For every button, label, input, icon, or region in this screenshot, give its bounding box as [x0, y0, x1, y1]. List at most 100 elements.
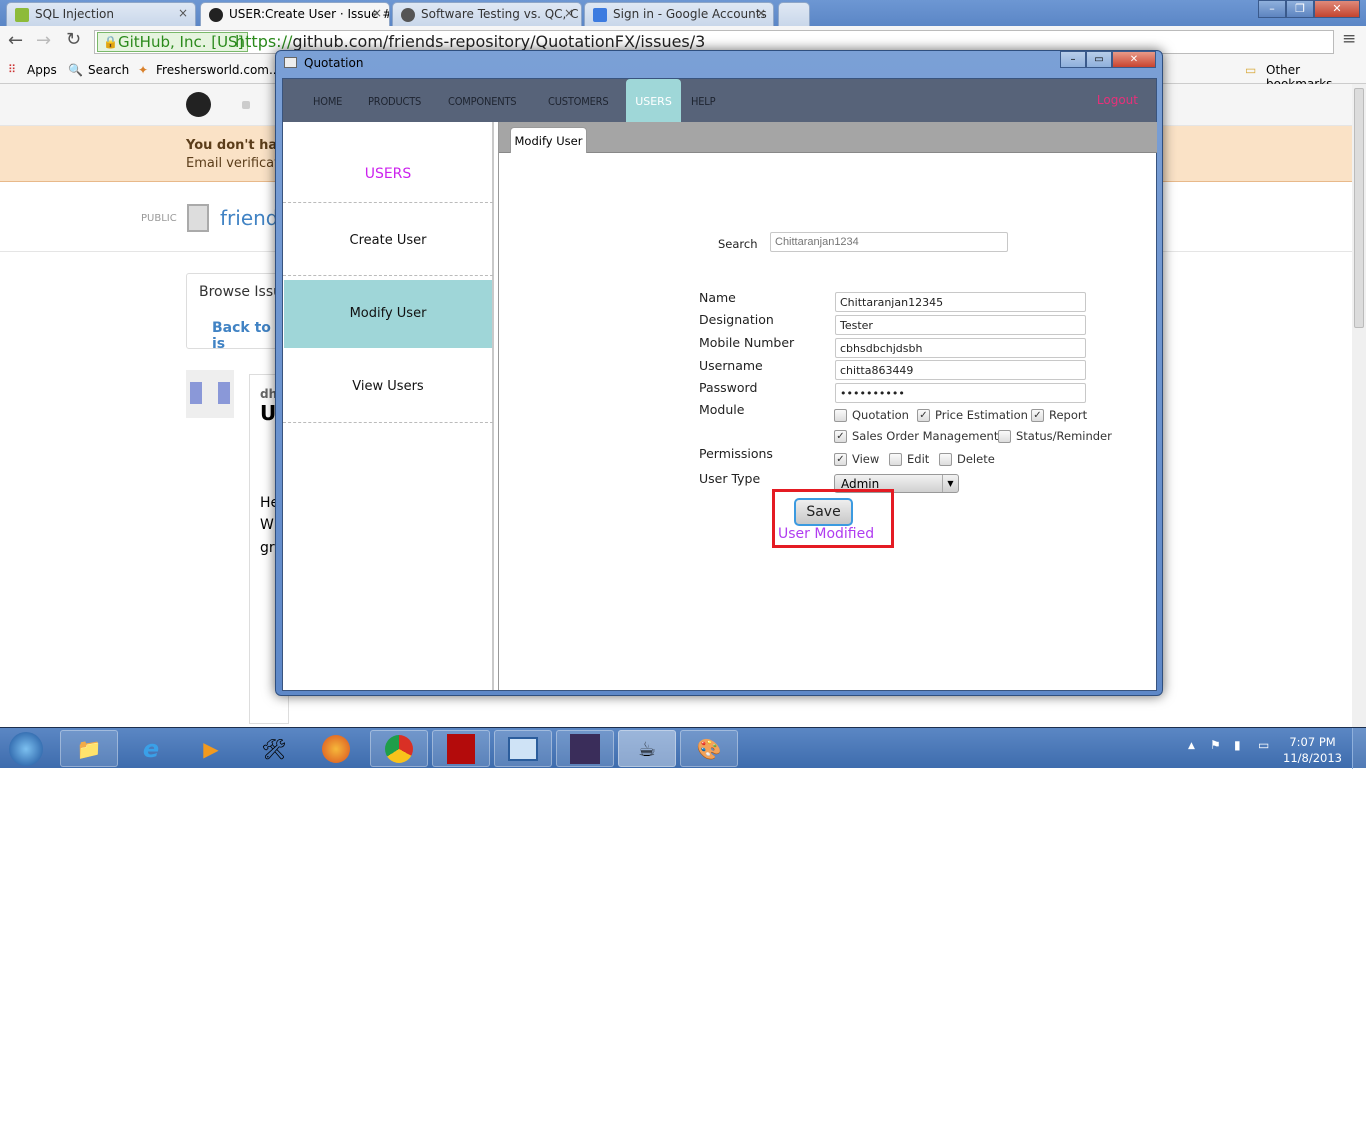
banner-title: You don't hav [186, 138, 286, 153]
mobile-number-field[interactable]: cbhsdbchjdsbh [835, 338, 1086, 358]
paint-icon[interactable]: 🎨 [680, 730, 738, 767]
check-icon[interactable]: ✓ [917, 408, 930, 422]
browser-tab-strip: SQL Injection × USER:Create User · Issue … [0, 0, 1366, 26]
nav-products[interactable]: PRODUCTS [368, 95, 421, 108]
close-tab-icon[interactable]: × [178, 6, 188, 20]
module-sales-order-checkbox[interactable]: ✓ Sales Order Management [834, 429, 998, 443]
checkbox-box[interactable] [834, 408, 847, 422]
browser-tab[interactable]: Sign in - Google Accounts × [584, 2, 774, 26]
ev-certificate-badge[interactable]: 🔒 GitHub, Inc. [US] [97, 32, 249, 52]
nav-components[interactable]: COMPONENTS [448, 95, 517, 108]
minimize-icon[interactable]: – [1060, 51, 1086, 68]
permission-view-checkbox[interactable]: ✓ View [834, 452, 879, 466]
minimize-icon[interactable]: – [1258, 0, 1286, 18]
checkbox-label: Delete [957, 452, 995, 466]
internet-explorer-icon[interactable]: e [122, 730, 180, 767]
logout-link[interactable]: Logout [1097, 93, 1138, 107]
bookmark-search[interactable]: Search [88, 63, 129, 77]
nav-help[interactable]: HELP [691, 95, 716, 108]
clock-time: 7:07 PM [1289, 735, 1336, 749]
nav-customers[interactable]: CUSTOMERS [548, 95, 609, 108]
firefox-icon[interactable] [307, 730, 365, 767]
dot-icon [242, 101, 250, 109]
module-label: Module [699, 402, 745, 417]
user-type-label: User Type [699, 471, 761, 486]
tab-modify-user[interactable]: Modify User [510, 127, 587, 153]
chevron-down-icon[interactable]: ▼ [942, 475, 958, 492]
sidebar-box: Browse Issu Back to is [186, 273, 286, 352]
flag-icon[interactable]: ⚑ [1210, 738, 1221, 752]
search-input[interactable] [770, 232, 1008, 252]
apps-icon: ⠿ [8, 63, 17, 76]
chrome-icon[interactable] [370, 730, 428, 767]
name-field[interactable]: Chittaranjan12345 [835, 292, 1086, 312]
browser-tab[interactable]: Software Testing vs. QC, C × [392, 2, 582, 26]
username-field[interactable]: chitta863449 [835, 360, 1086, 380]
close-icon[interactable]: ✕ [1314, 0, 1360, 18]
sidebar-item-view-users[interactable]: View Users [283, 350, 493, 423]
bookmark-apps[interactable]: Apps [27, 63, 57, 77]
module-status-reminder-checkbox[interactable]: Status/Reminder [998, 429, 1112, 443]
system-clock[interactable]: 7:07 PM 11/8/2013 [1283, 734, 1342, 766]
permissions-label: Permissions [699, 446, 773, 461]
media-player-icon[interactable]: ▶ [182, 730, 240, 767]
clock-date: 11/8/2013 [1283, 751, 1342, 765]
sidebar-item-create-user[interactable]: Create User [283, 204, 493, 276]
java-ee-ide-icon[interactable] [556, 730, 614, 767]
scrollbar-thumb[interactable] [1354, 88, 1364, 328]
bookmark-freshersworld[interactable]: Freshersworld.com... [156, 63, 280, 77]
highlight-annotation [772, 489, 894, 548]
checkbox-box[interactable] [889, 452, 902, 466]
forward-icon[interactable]: → [36, 30, 51, 51]
reload-icon[interactable]: ↻ [66, 29, 81, 50]
close-tab-icon[interactable]: × [564, 6, 574, 20]
new-tab-button[interactable] [778, 2, 810, 26]
github-logo-icon[interactable] [186, 92, 211, 117]
app-content: HOME PRODUCTS COMPONENTS CUSTOMERS USERS… [282, 78, 1157, 691]
maximize-icon[interactable]: ▭ [1086, 51, 1112, 68]
password-field[interactable]: •••••••••• [835, 383, 1086, 403]
remote-desktop-icon[interactable] [494, 730, 552, 767]
close-tab-icon[interactable]: × [372, 6, 382, 20]
browser-tab[interactable]: SQL Injection × [6, 2, 196, 26]
permission-edit-checkbox[interactable]: Edit [889, 452, 929, 466]
check-icon[interactable]: ✓ [834, 429, 847, 443]
checkbox-label: Quotation [852, 408, 909, 422]
back-icon[interactable]: ← [8, 30, 23, 51]
power-icon[interactable]: ▮ [1234, 738, 1241, 752]
checkbox-box[interactable] [939, 452, 952, 466]
show-hidden-icons[interactable]: ▲ [1188, 741, 1195, 751]
nav-home[interactable]: HOME [313, 95, 342, 108]
folder-icon: ▭ [1245, 63, 1257, 77]
identicon [186, 370, 234, 418]
tab-header: Modify User [499, 122, 1157, 153]
network-icon[interactable]: ▭ [1258, 738, 1269, 752]
module-quotation-checkbox[interactable]: Quotation [834, 408, 909, 422]
start-orb-icon[interactable] [4, 730, 48, 767]
show-desktop-button[interactable] [1352, 728, 1366, 769]
check-icon[interactable]: ✓ [1031, 408, 1044, 422]
module-price-estimation-checkbox[interactable]: ✓ Price Estimation [917, 408, 1028, 422]
browse-issues[interactable]: Browse Issu [199, 284, 282, 300]
password-label: Password [699, 380, 758, 395]
checkbox-box[interactable] [998, 429, 1011, 443]
sidebar-item-modify-user[interactable]: Modify User [284, 280, 492, 348]
tools-icon[interactable]: 🛠 [245, 730, 303, 767]
check-icon[interactable]: ✓ [834, 452, 847, 466]
issue-title: U [260, 401, 277, 425]
tab-title: SQL Injection [35, 7, 115, 21]
permission-delete-checkbox[interactable]: Delete [939, 452, 995, 466]
acrobat-icon[interactable] [432, 730, 490, 767]
menu-icon[interactable]: ≡ [1342, 29, 1356, 49]
maximize-icon[interactable]: ❐ [1286, 0, 1314, 18]
java-icon[interactable]: ☕ [618, 730, 676, 767]
browser-tab-active[interactable]: USER:Create User · Issue # × [200, 2, 390, 26]
window-title: Quotation [304, 56, 364, 70]
main-nav: HOME PRODUCTS COMPONENTS CUSTOMERS USERS… [283, 79, 1156, 122]
close-icon[interactable]: ✕ [1112, 51, 1156, 68]
module-report-checkbox[interactable]: ✓ Report [1031, 408, 1087, 422]
close-tab-icon[interactable]: × [756, 6, 766, 20]
nav-users[interactable]: USERS [626, 79, 681, 122]
file-explorer-icon[interactable]: 📁 [60, 730, 118, 767]
designation-field[interactable]: Tester [835, 315, 1086, 335]
